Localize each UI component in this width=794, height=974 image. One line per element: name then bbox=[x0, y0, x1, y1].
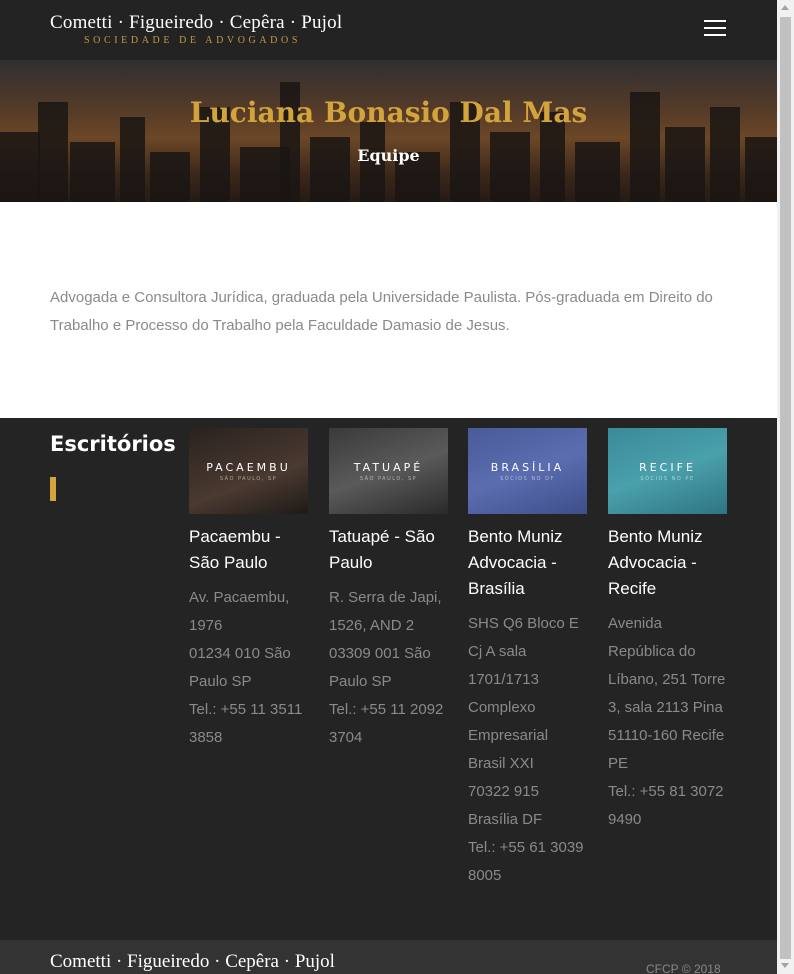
thumbnail-sublabel: SÓCIOS NO PE bbox=[640, 476, 695, 482]
thumbnail-label: PACAEMBU bbox=[206, 461, 291, 474]
office-address: SHS Q6 Bloco E Cj A sala 1701/1713 Compl… bbox=[468, 615, 584, 884]
office-card-tatuape: TATUAPÉ SÃO PAULO, SP Tatuapé - São Paul… bbox=[329, 428, 449, 752]
office-name[interactable]: Pacaembu - São Paulo bbox=[189, 524, 309, 576]
copyright-text: CFCP © 2018 bbox=[646, 962, 721, 974]
top-navbar: Cometti · Figueiredo · Cepêra · Pujol SO… bbox=[0, 0, 777, 60]
vertical-scrollbar[interactable] bbox=[777, 0, 794, 974]
bio-text: Advogada e Consultora Jurídica, graduada… bbox=[50, 289, 713, 334]
office-thumbnail[interactable]: PACAEMBU SÃO PAULO, SP bbox=[189, 428, 308, 514]
logo-text: Cometti · Figueiredo · Cepêra · Pujol bbox=[50, 12, 343, 33]
office-address: Av. Pacaembu, 1976 01234 010 São Paulo S… bbox=[189, 589, 303, 746]
hero-banner: Luciana Bonasio Dal Mas Equipe bbox=[0, 60, 777, 202]
footer-logo[interactable]: Cometti · Figueiredo · Cepêra · Pujol bbox=[50, 951, 335, 973]
office-name[interactable]: Bento Muniz Advocacia - Brasília bbox=[468, 524, 588, 602]
office-address: R. Serra de Japi, 1526, AND 2 03309 001 … bbox=[329, 589, 444, 746]
accent-bar bbox=[50, 477, 56, 501]
site-logo[interactable]: Cometti · Figueiredo · Cepêra · Pujol SO… bbox=[50, 12, 342, 46]
page: Cometti · Figueiredo · Cepêra · Pujol SO… bbox=[0, 0, 777, 974]
thumbnail-label: TATUAPÉ bbox=[353, 461, 424, 474]
thumbnail-sublabel: SÃO PAULO, SP bbox=[359, 476, 418, 482]
page-title: Luciana Bonasio Dal Mas bbox=[189, 96, 588, 129]
page-subtitle: Equipe bbox=[357, 146, 420, 165]
thumbnail-label: BRASÍLIA bbox=[490, 461, 565, 474]
thumbnail-sublabel: SÓCIOS NO DF bbox=[500, 476, 555, 482]
office-name[interactable]: Tatuapé - São Paulo bbox=[329, 524, 449, 576]
logo-subtitle: SOCIEDADE DE ADVOGADOS bbox=[84, 35, 301, 46]
offices-heading: Escritórios bbox=[50, 432, 176, 456]
hero-overlay bbox=[0, 60, 777, 202]
site-footer: Cometti · Figueiredo · Cepêra · Pujol CF… bbox=[0, 940, 777, 974]
office-card-recife: RECIFE SÓCIOS NO PE Bento Muniz Advocaci… bbox=[608, 428, 728, 834]
scroll-up-arrow-icon[interactable] bbox=[781, 5, 789, 10]
office-address: Avenida República do Líbano, 251 Torre 3… bbox=[608, 615, 726, 828]
thumbnail-sublabel: SÃO PAULO, SP bbox=[219, 476, 278, 482]
thumbnail-label: RECIFE bbox=[639, 461, 696, 474]
scrollbar-thumb[interactable] bbox=[780, 17, 791, 959]
menu-line bbox=[704, 34, 726, 36]
office-thumbnail[interactable]: TATUAPÉ SÃO PAULO, SP bbox=[329, 428, 448, 514]
offices-section: Escritórios PACAEMBU SÃO PAULO, SP Pacae… bbox=[0, 418, 777, 940]
menu-line bbox=[704, 20, 726, 22]
hamburger-menu-icon[interactable] bbox=[704, 20, 726, 38]
scroll-down-arrow-icon[interactable] bbox=[781, 963, 789, 968]
office-thumbnail[interactable]: RECIFE SÓCIOS NO PE bbox=[608, 428, 727, 514]
office-card-pacaembu: PACAEMBU SÃO PAULO, SP Pacaembu - São Pa… bbox=[189, 428, 309, 752]
office-thumbnail[interactable]: BRASÍLIA SÓCIOS NO DF bbox=[468, 428, 587, 514]
office-card-brasilia: BRASÍLIA SÓCIOS NO DF Bento Muniz Advoca… bbox=[468, 428, 588, 890]
office-name[interactable]: Bento Muniz Advocacia - Recife bbox=[608, 524, 728, 602]
menu-line bbox=[704, 27, 726, 29]
